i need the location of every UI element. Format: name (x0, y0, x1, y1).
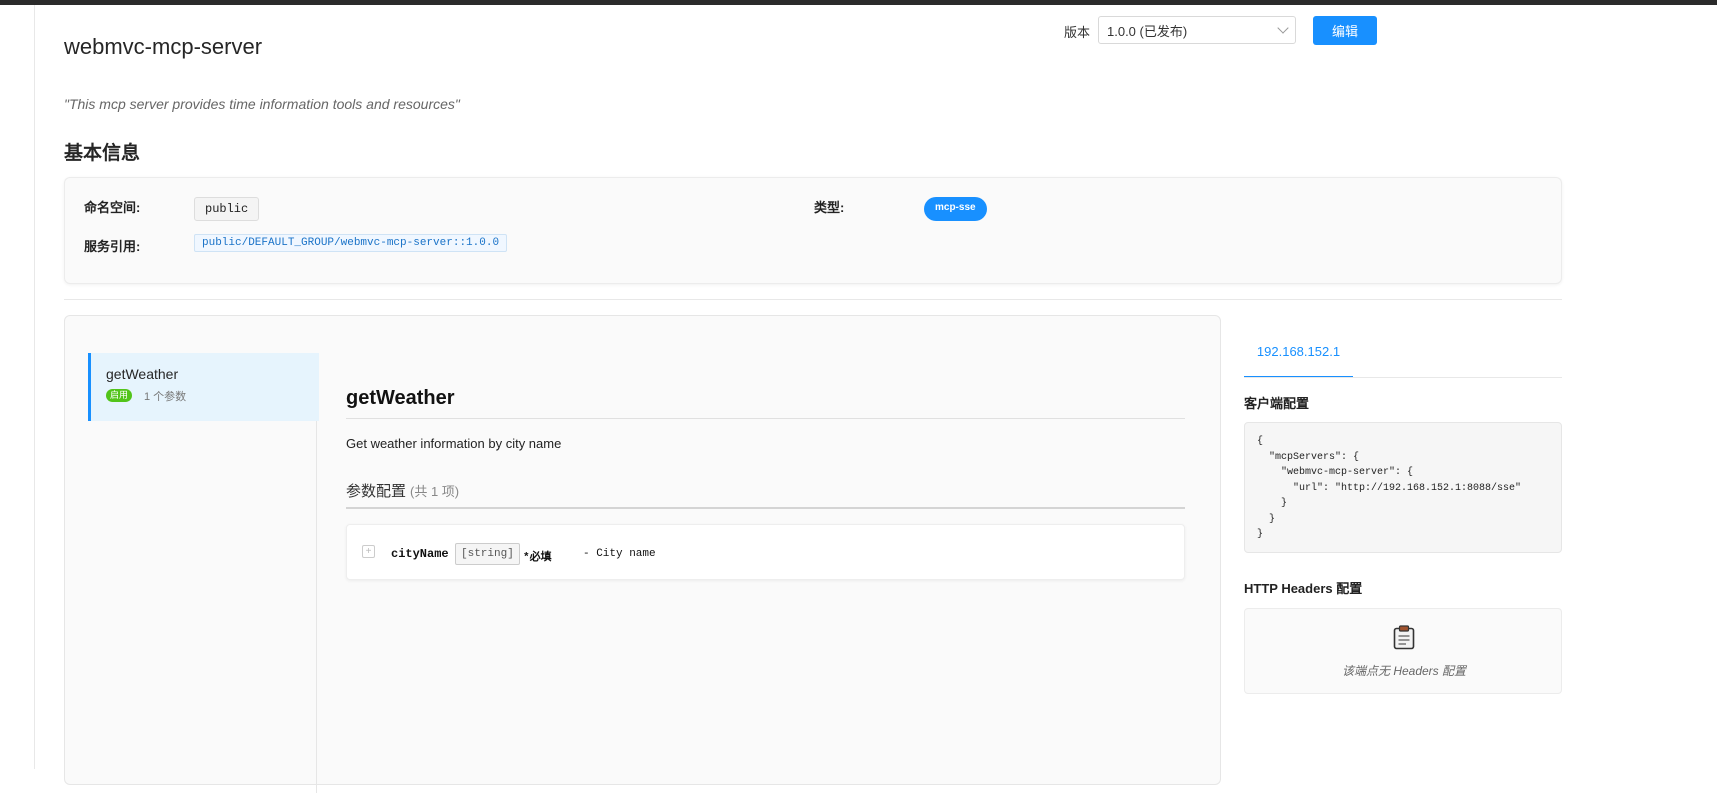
clipboard-icon (1393, 625, 1415, 650)
param-description: - City name (583, 548, 656, 560)
service-ref-label: 服务引用: (84, 239, 141, 254)
service-ref-value: public/DEFAULT_GROUP/webmvc-mcp-server::… (194, 234, 508, 252)
params-section-title: 参数配置 (共 1 项) (346, 480, 459, 501)
client-config-code[interactable]: { "mcpServers": { "webmvc-mcp-server": {… (1244, 422, 1562, 553)
version-select[interactable]: 1.0.0 (已发布) (1098, 16, 1296, 44)
param-row: + cityName [string] *必填 - City name (346, 524, 1185, 580)
tab-endpoint[interactable]: 192.168.152.1 (1244, 340, 1353, 378)
tools-panel: getWeather 启用 1 个参数 getWeather Get weath… (64, 315, 1221, 793)
page-title: webmvc-mcp-server (64, 34, 263, 59)
params-title-label: 参数配置 (346, 483, 407, 500)
headers-config-title: HTTP Headers 配置 (1244, 581, 1363, 596)
tool-list: getWeather 启用 1 个参数 (88, 353, 319, 793)
edit-button[interactable]: 编辑 (1313, 16, 1377, 45)
expand-icon[interactable]: + (362, 545, 375, 558)
param-name: cityName (391, 547, 449, 561)
namespace-label: 命名空间: (84, 200, 141, 215)
top-bar (0, 0, 1717, 5)
detail-divider (346, 418, 1185, 419)
basic-info-card: 命名空间: public 类型: mcp-sse 服务引用: public/DE… (64, 177, 1562, 284)
tool-detail-description: Get weather information by city name (346, 436, 562, 451)
basic-info-title: 基本信息 (64, 143, 141, 164)
client-config-title: 客户端配置 (1244, 396, 1310, 411)
section-divider (64, 299, 1562, 300)
namespace-value: public (194, 197, 260, 221)
type-badge: mcp-sse (924, 197, 987, 221)
version-select-value: 1.0.0 (已发布) (1107, 23, 1188, 39)
tool-params-count: 1 个参数 (144, 391, 187, 403)
tab-bar-baseline (1244, 377, 1562, 378)
params-divider (346, 507, 1185, 509)
param-required: *必填 (523, 552, 552, 564)
chevron-down-icon (1277, 22, 1289, 34)
type-label: 类型: (814, 200, 845, 215)
headers-empty-text: 该端点无 Headers 配置 (1341, 664, 1467, 678)
version-label: 版本 (1064, 25, 1091, 40)
headers-empty-box: 该端点无 Headers 配置 (1244, 608, 1562, 694)
tool-item-name: getWeather (106, 366, 179, 382)
param-type: [string] (455, 543, 520, 565)
tool-list-item[interactable]: getWeather 启用 1 个参数 (88, 353, 319, 421)
server-description: "This mcp server provides time informati… (64, 96, 460, 112)
params-count: (共 1 项) (410, 484, 460, 499)
status-badge: 启用 (106, 389, 133, 402)
tool-detail-title: getWeather (346, 387, 455, 409)
left-sidebar-edge (34, 5, 35, 769)
